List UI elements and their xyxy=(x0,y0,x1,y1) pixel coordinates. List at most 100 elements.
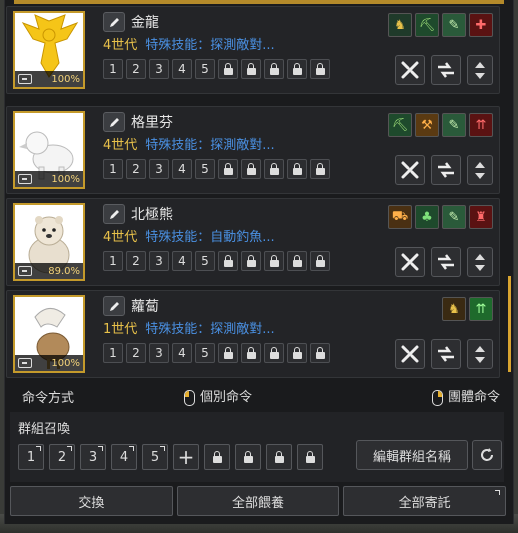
skill-slot[interactable]: 3 xyxy=(149,159,169,179)
skill-icon-list: ⛏ ⚒ ✎ ⇈ xyxy=(388,113,493,137)
skill-slot[interactable]: 5 xyxy=(195,251,215,271)
group-slot[interactable]: 2 xyxy=(49,444,75,470)
swap-button[interactable] xyxy=(431,55,461,85)
swap-button[interactable] xyxy=(431,155,461,185)
reorder-buttons[interactable] xyxy=(467,339,493,369)
lock-icon xyxy=(292,254,302,267)
pet-card[interactable]: 100% 金龍 4世代 特殊技能：探測敵對... 12345 ♞ ⛏ ✎ ✚ xyxy=(6,6,500,94)
skill-slot[interactable]: 1 xyxy=(103,59,123,79)
skill-slot[interactable]: 1 xyxy=(103,251,123,271)
skill-slot[interactable]: 2 xyxy=(126,251,146,271)
group-slot-bar: 1 2 3 4 5 + xyxy=(18,444,323,470)
locked-slot xyxy=(310,159,330,179)
move-up-icon[interactable] xyxy=(475,61,485,68)
rename-button[interactable] xyxy=(103,296,125,316)
hunger-bar: 100% xyxy=(15,71,83,87)
warrior-icon: ♜ xyxy=(469,205,493,229)
skill-slot[interactable]: 5 xyxy=(195,343,215,363)
skill-slot[interactable]: 2 xyxy=(126,59,146,79)
pet-portrait[interactable]: 89.0% xyxy=(13,203,85,281)
move-down-icon[interactable] xyxy=(475,264,485,271)
group-command-option[interactable]: 團體命令 xyxy=(431,386,500,406)
individual-command-option[interactable]: 個別命令 xyxy=(184,386,252,406)
pet-name: 北極熊 xyxy=(131,207,173,223)
unsummon-button[interactable] xyxy=(395,247,425,277)
unsummon-button[interactable] xyxy=(395,155,425,185)
skill-slot[interactable]: 2 xyxy=(126,343,146,363)
feather-icon: ✎ xyxy=(442,113,466,137)
group-slot[interactable]: 3 xyxy=(80,444,106,470)
skill-slot[interactable]: 4 xyxy=(172,159,192,179)
skill-slot[interactable]: 5 xyxy=(195,59,215,79)
move-down-icon[interactable] xyxy=(475,356,485,363)
group-command-label: 團體命令 xyxy=(447,390,500,406)
hunger-value: 100% xyxy=(51,357,80,369)
move-down-icon[interactable] xyxy=(475,72,485,79)
edit-group-name-button[interactable]: 編輯群組名稱 xyxy=(356,440,468,470)
skill-slot[interactable]: 3 xyxy=(149,251,169,271)
group-slot-number: 2 xyxy=(57,449,67,465)
clover-icon: ♣ xyxy=(415,205,439,229)
unsummon-button[interactable] xyxy=(395,55,425,85)
move-down-icon[interactable] xyxy=(475,172,485,179)
pet-actions xyxy=(395,55,493,85)
refresh-button[interactable] xyxy=(472,440,502,470)
feed-all-button[interactable]: 全部餵養 xyxy=(176,486,340,516)
pet-portrait[interactable]: 100% xyxy=(13,295,85,373)
skill-slot[interactable]: 3 xyxy=(149,59,169,79)
swap-button[interactable] xyxy=(431,247,461,277)
lock-icon xyxy=(223,62,233,75)
left-click-mouse-icon xyxy=(184,389,196,406)
group-slot[interactable]: 4 xyxy=(111,444,137,470)
move-up-icon[interactable] xyxy=(475,345,485,352)
command-mode-label: 命令方式 xyxy=(22,390,75,406)
skill-slot[interactable]: 4 xyxy=(172,343,192,363)
group-slot[interactable]: 5 xyxy=(142,444,168,470)
crossed-tools-icon xyxy=(401,345,419,363)
pet-info: 1世代 特殊技能：探測敵對... xyxy=(103,318,275,337)
lock-icon xyxy=(305,450,315,463)
skill-slot[interactable]: 1 xyxy=(103,343,123,363)
food-bowl-icon xyxy=(18,74,32,84)
pet-portrait[interactable]: 100% xyxy=(13,111,85,189)
pet-card[interactable]: 100% 格里芬 4世代 特殊技能：探測敵對... 12345 ⛏ ⚒ ✎ ⇈ xyxy=(6,106,500,194)
exchange-button[interactable]: 交換 xyxy=(10,486,173,516)
locked-slot xyxy=(241,59,261,79)
rename-button[interactable] xyxy=(103,12,125,32)
move-up-icon[interactable] xyxy=(475,161,485,168)
skill-slot[interactable]: 2 xyxy=(126,159,146,179)
feather-icon: ✎ xyxy=(442,205,466,229)
deposit-all-button[interactable]: 全部寄託 xyxy=(343,486,507,516)
lock-icon xyxy=(315,254,325,267)
reorder-buttons[interactable] xyxy=(467,155,493,185)
cart-icon: ⛟ xyxy=(388,205,412,229)
reorder-buttons[interactable] xyxy=(467,247,493,277)
pet-card[interactable]: 100% 蘿蔔 1世代 特殊技能：探測敵對... 12345 ♞ ⇈ xyxy=(6,290,500,378)
reorder-buttons[interactable] xyxy=(467,55,493,85)
skill-slot[interactable]: 3 xyxy=(149,343,169,363)
rename-button[interactable] xyxy=(103,204,125,224)
skill-icon-list: ♞ ⛏ ✎ ✚ xyxy=(388,13,493,37)
move-up-icon[interactable] xyxy=(475,253,485,260)
scrollbar-thumb[interactable] xyxy=(508,276,511,372)
skill-slot[interactable]: 4 xyxy=(172,59,192,79)
pickaxe-icon: ⛏ xyxy=(388,113,412,137)
skill-slot[interactable]: 4 xyxy=(172,251,192,271)
corner-marker-icon xyxy=(36,446,41,451)
swap-arrows-icon xyxy=(438,346,454,362)
lock-icon xyxy=(223,162,233,175)
skill-slot[interactable]: 5 xyxy=(195,159,215,179)
pet-card[interactable]: 89.0% 北極熊 4世代 特殊技能：自動釣魚... 12345 ⛟ ♣ ✎ ♜ xyxy=(6,198,500,286)
pet-generation: 1世代 xyxy=(103,322,138,337)
group-slot-number: 1 xyxy=(26,449,36,465)
unsummon-button[interactable] xyxy=(395,339,425,369)
pickaxe-icon: ⛏ xyxy=(415,13,439,37)
add-group-button[interactable]: + xyxy=(173,444,199,470)
lock-icon xyxy=(315,162,325,175)
skill-slot[interactable]: 1 xyxy=(103,159,123,179)
rename-button[interactable] xyxy=(103,112,125,132)
swap-button[interactable] xyxy=(431,339,461,369)
pet-portrait[interactable]: 100% xyxy=(13,11,85,89)
group-slot[interactable]: 1 xyxy=(18,444,44,470)
locked-slot xyxy=(310,59,330,79)
